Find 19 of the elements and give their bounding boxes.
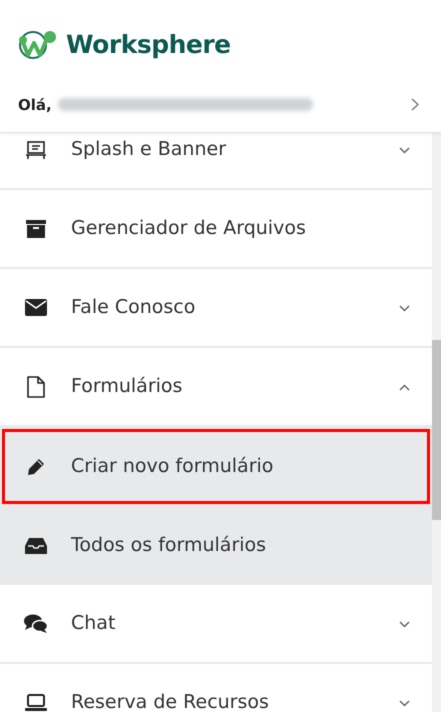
archive-box-icon — [26, 220, 46, 238]
chevron-down-icon — [399, 304, 410, 312]
chevron-up-icon — [399, 384, 410, 391]
laptop-icon — [25, 694, 47, 712]
inbox-icon — [25, 538, 47, 554]
chevron-down-icon — [399, 146, 410, 154]
display-stand-icon — [25, 140, 47, 160]
brand-name: Worksphere — [66, 29, 231, 61]
scrollbar[interactable] — [432, 133, 441, 712]
greeting-text: Olá, — [18, 94, 52, 116]
chevron-down-icon — [399, 620, 410, 628]
chevron-right-icon[interactable] — [411, 98, 419, 112]
pencil-icon — [27, 458, 45, 476]
menu-item[interactable]: Todos os formulários — [0, 506, 432, 585]
menu-item[interactable]: Criar novo formulário — [0, 427, 432, 506]
envelope-icon — [25, 299, 47, 316]
chat-bubbles-icon — [24, 614, 48, 634]
chevron-down-icon — [399, 700, 410, 707]
file-icon — [27, 376, 45, 398]
